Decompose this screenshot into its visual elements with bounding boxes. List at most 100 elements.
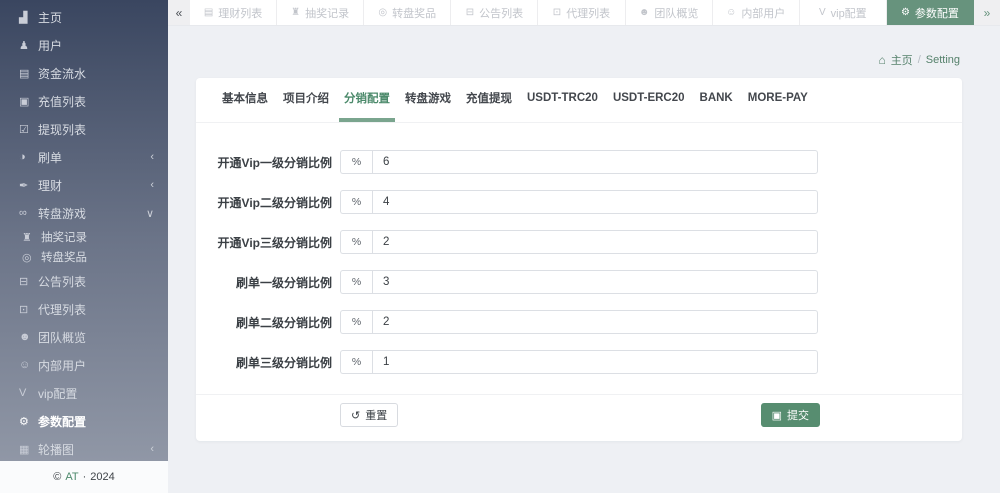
- settings-tab-bank[interactable]: BANK: [695, 78, 738, 122]
- vip-level2-ratio-label: 开通Vip二级分销比例: [217, 195, 332, 210]
- image-icon: ▦: [19, 443, 30, 456]
- tab-wheel-prizes[interactable]: ◎ 转盘奖品: [364, 0, 452, 25]
- reset-icon: ↺: [351, 409, 361, 422]
- input-group: %: [340, 190, 818, 214]
- sidebar-item-announcements[interactable]: ⊟ 公告列表: [0, 267, 168, 295]
- tab-label: 理财列表: [218, 7, 263, 20]
- settings-tab-more-pay[interactable]: MORE-PAY: [743, 78, 813, 122]
- settings-tab-recharge-withdraw[interactable]: 充值提现: [461, 78, 517, 122]
- sidebar: ▟ 主页 ♟ 用户 ▤ 资金流水 ▣ 充值列表 ☑ 提现列表 ◑ 刷单 ‹ ✒ 理财 ‹ ∞ 转盘游…: [0, 0, 168, 461]
- brush-level1-ratio-input[interactable]: [372, 270, 818, 294]
- distribution-ratio-form: 开通Vip一级分销比例 % 开通Vip二级分销比例 % 开通Vip三级分销比例 …: [196, 123, 962, 374]
- vip-icon: V: [19, 387, 27, 399]
- user-circle-icon: ☺: [726, 7, 737, 18]
- sidebar-item-label: 用户: [38, 38, 63, 53]
- brand-name: AT: [65, 471, 79, 483]
- adjust-icon: ◑: [19, 151, 26, 163]
- sidebar-item-withdraw-list[interactable]: ☑ 提现列表: [0, 115, 168, 143]
- brush-level2-ratio-input[interactable]: [372, 310, 818, 334]
- sidebar-item-recharge-list[interactable]: ▣ 充值列表: [0, 87, 168, 115]
- tab-label: 参数配置: [914, 7, 959, 20]
- input-group: %: [340, 350, 818, 374]
- tab-finance-list[interactable]: ▤ 理财列表: [190, 0, 278, 25]
- percent-prefix: %: [340, 270, 372, 294]
- sidebar-item-agent-list[interactable]: ⊡ 代理列表: [0, 295, 168, 323]
- bar-chart-icon: ▟: [19, 11, 28, 24]
- breadcrumb: ⌂ 主页 / Setting: [878, 52, 960, 68]
- brush-level3-ratio-input[interactable]: [372, 350, 818, 374]
- reset-button-label: 重置: [365, 410, 388, 422]
- sidebar-item-internal-users[interactable]: ☺ 内部用户: [0, 351, 168, 379]
- tab-label: 公告列表: [479, 7, 524, 20]
- settings-tab-usdt-trc20[interactable]: USDT-TRC20: [522, 78, 603, 122]
- sidebar-item-lottery-records[interactable]: ♜ 抽奖记录: [0, 227, 168, 247]
- tabs-scroll-left-button[interactable]: «: [168, 0, 190, 25]
- sidebar-item-label: 轮播图: [38, 442, 75, 457]
- sidebar-item-parameter-config[interactable]: ⚙ 参数配置: [0, 407, 168, 435]
- sidebar-item-vip-config[interactable]: Vvip配置: [0, 379, 168, 407]
- breadcrumb-current: Setting: [925, 54, 960, 66]
- sidebar-item-finance[interactable]: ✒ 理财 ‹: [0, 171, 168, 199]
- gears-icon: ⚙: [19, 415, 29, 428]
- sidebar-item-fund-flow[interactable]: ▤ 资金流水: [0, 59, 168, 87]
- sidebar-item-users[interactable]: ♟ 用户: [0, 31, 168, 59]
- team-icon: ☻: [638, 7, 650, 18]
- tab-label: 团队概览: [654, 7, 699, 20]
- tab-label: 代理列表: [566, 7, 611, 20]
- form-row: 开通Vip三级分销比例 %: [196, 230, 962, 254]
- sidebar-item-label: 理财: [38, 178, 63, 193]
- sidebar-item-home[interactable]: ▟ 主页: [0, 3, 168, 31]
- prize-disc-icon: ◎: [378, 7, 388, 18]
- sidebar-item-label: vip配置: [38, 386, 78, 401]
- tab-vip-config[interactable]: Vvip配置: [799, 0, 887, 25]
- tab-team-overview[interactable]: ☻ 团队概览: [625, 0, 713, 25]
- settings-tab-basic-info[interactable]: 基本信息: [217, 78, 273, 122]
- settings-tab-wheel-game[interactable]: 转盘游戏: [400, 78, 456, 122]
- reset-button[interactable]: ↺ 重置: [340, 403, 399, 427]
- settings-tab-project-intro[interactable]: 项目介绍: [278, 78, 334, 122]
- id-card-icon: ⊡: [19, 303, 29, 316]
- settings-tab-usdt-erc20[interactable]: USDT-ERC20: [608, 78, 690, 122]
- vip-level3-ratio-label: 开通Vip三级分销比例: [217, 235, 332, 250]
- sidebar-item-carousel[interactable]: ▦ 轮播图 ‹: [0, 435, 168, 463]
- vip-level1-ratio-input[interactable]: [372, 150, 818, 174]
- copyright-symbol: ©: [53, 471, 62, 483]
- form-row: 刷单三级分销比例 %: [196, 350, 962, 374]
- form-row: 开通Vip二级分销比例 %: [196, 190, 962, 214]
- tab-label: vip配置: [830, 7, 867, 20]
- sidebar-item-label: 抽奖记录: [41, 232, 87, 244]
- sidebar-item-label: 参数配置: [38, 414, 87, 429]
- vip-level2-ratio-input[interactable]: [372, 190, 818, 214]
- id-card-icon: ⊡: [552, 7, 562, 18]
- vip-icon: V: [818, 7, 826, 18]
- sidebar-item-order-brushing[interactable]: ◑ 刷单 ‹: [0, 143, 168, 171]
- form-row: 开通Vip一级分销比例 %: [196, 150, 962, 174]
- settings-tab-distribution-config[interactable]: 分销配置: [339, 78, 395, 122]
- sidebar-item-label: 刷单: [38, 150, 63, 165]
- tab-parameter-config[interactable]: ⚙ 参数配置: [886, 0, 974, 25]
- percent-prefix: %: [340, 310, 372, 334]
- sidebar-item-label: 转盘游戏: [38, 206, 87, 221]
- tabs-scroll-right-button[interactable]: »: [973, 0, 1000, 25]
- vip-level3-ratio-input[interactable]: [372, 230, 818, 254]
- form-row: 刷单二级分销比例 %: [196, 310, 962, 334]
- footer-separator: ·: [82, 471, 87, 483]
- list-icon: ▤: [203, 7, 214, 18]
- tab-internal-users[interactable]: ☺ 内部用户: [712, 0, 800, 25]
- input-group: %: [340, 230, 818, 254]
- sidebar-item-wheel-prizes[interactable]: ◎ 转盘奖品: [0, 247, 168, 267]
- tab-lottery-records[interactable]: ♜ 抽奖记录: [277, 0, 365, 25]
- chevron-left-icon: ‹: [150, 443, 154, 455]
- settings-tab-strip: 基本信息 项目介绍 分销配置 转盘游戏 充值提现 USDT-TRC20 USDT…: [196, 78, 962, 123]
- vip-level1-ratio-label: 开通Vip一级分销比例: [217, 155, 332, 170]
- breadcrumb-home-link[interactable]: 主页: [891, 52, 913, 68]
- sidebar-item-team-overview[interactable]: ☻ 团队概览: [0, 323, 168, 351]
- submit-button[interactable]: ▣ 提交: [760, 403, 820, 427]
- banknote-icon: ▤: [19, 67, 30, 80]
- breadcrumb-separator: /: [917, 54, 921, 66]
- tab-announcements[interactable]: ⊟ 公告列表: [451, 0, 539, 25]
- sidebar-item-wheel-game[interactable]: ∞ 转盘游戏 ∨: [0, 199, 168, 227]
- percent-prefix: %: [340, 190, 372, 214]
- tab-agent-list[interactable]: ⊡ 代理列表: [538, 0, 626, 25]
- sidebar-item-label: 代理列表: [38, 302, 87, 317]
